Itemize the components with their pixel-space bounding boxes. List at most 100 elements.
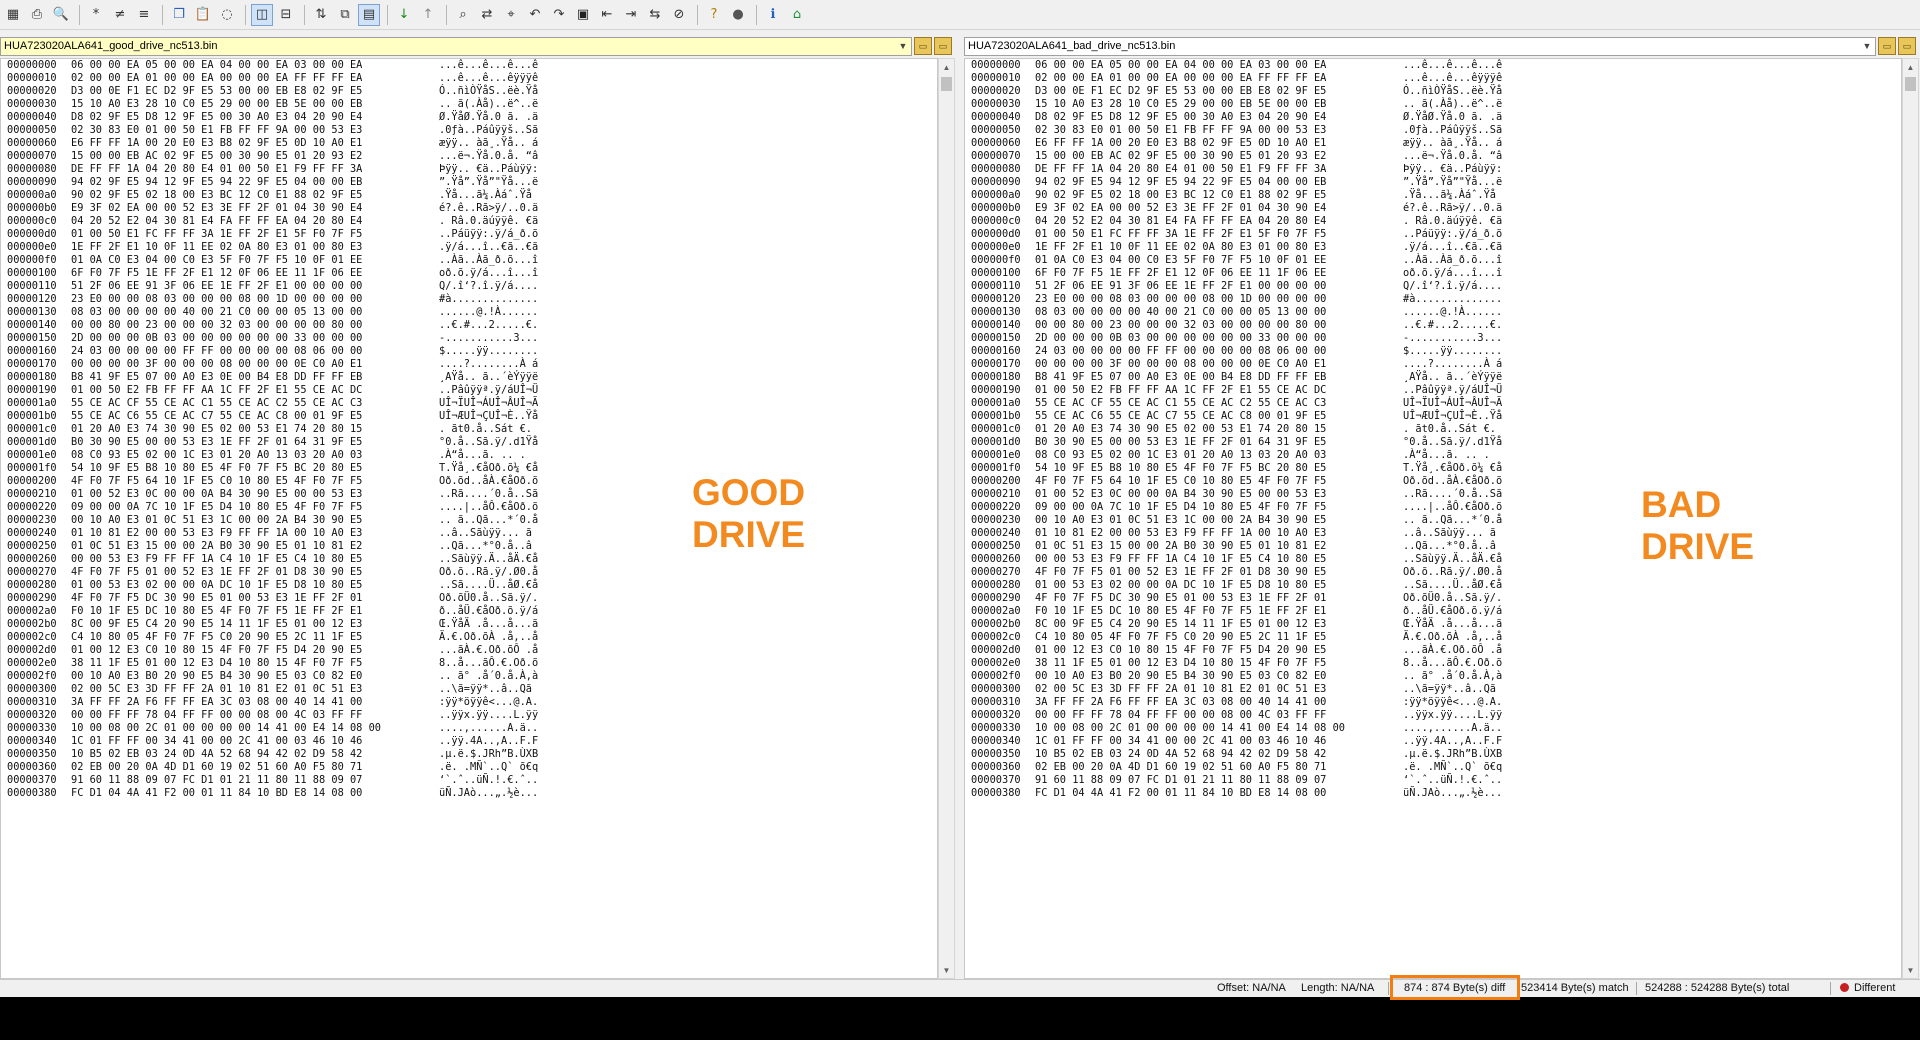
hex-row[interactable]: 00000200 4F F0 7F F5 64 10 1F E5 C0 10 80… <box>971 475 1533 488</box>
row-ascii[interactable]: ..ÿÿx.ÿÿ....L.ÿÿ <box>439 709 569 722</box>
row-hex-bytes[interactable]: 01 00 52 E3 0C 00 00 0A B4 30 90 E5 00 0… <box>71 488 439 501</box>
hex-row[interactable]: 00000320 00 00 FF FF 78 04 FF FF 00 00 08… <box>971 709 1533 722</box>
row-hex-bytes[interactable]: 90 02 9F E5 02 18 00 E3 BC 12 C0 E1 88 0… <box>71 189 439 202</box>
row-hex-bytes[interactable]: 94 02 9F E5 94 12 9F E5 94 22 9F E5 04 0… <box>71 176 439 189</box>
hex-row[interactable]: 000002b0 8C 00 9F E5 C4 20 90 E5 14 11 1F… <box>971 618 1533 631</box>
hex-row[interactable]: 00000220 09 00 00 0A 7C 10 1F E5 D4 10 80… <box>7 501 569 514</box>
row-ascii[interactable]: ¸AŸå.. ã..´èÝÿÿë <box>1403 371 1533 384</box>
row-ascii[interactable]: ....?........À á <box>439 358 569 371</box>
row-ascii[interactable]: ..Àã..Àã_ð.õ...î <box>1403 254 1533 267</box>
hex-row[interactable]: 00000270 4F F0 7F F5 01 00 52 E3 1E FF 2F… <box>7 566 569 579</box>
row-hex-bytes[interactable]: 00 10 A0 E3 B0 20 90 E5 B4 30 90 E5 03 C… <box>1035 670 1403 683</box>
row-ascii[interactable]: ..â..Sãùÿÿ... ã <box>439 527 569 540</box>
row-ascii[interactable]: ...ë¬.Ÿå.0.å. “â <box>1403 150 1533 163</box>
hex-row[interactable]: 000001d0 B0 30 90 E5 00 00 53 E3 1E FF 2F… <box>971 436 1533 449</box>
hex-row[interactable]: 00000280 01 00 53 E3 02 00 00 0A DC 10 1F… <box>7 579 569 592</box>
hex-row[interactable]: 000001e0 08 C0 93 E5 02 00 1C E3 01 20 A0… <box>7 449 569 462</box>
row-ascii[interactable]: Ø.ŸåØ.Ÿå.0 ã. .ä <box>1403 111 1533 124</box>
row-ascii[interactable]: ‘`.ˆ..üÑ.!.€.ˆ.. <box>439 774 569 787</box>
row-hex-bytes[interactable]: 01 10 81 E2 00 00 53 E3 F9 FF FF 1A 00 1… <box>71 527 439 540</box>
hex-row[interactable]: 000000c0 04 20 52 E2 04 30 81 E4 FA FF FF… <box>7 215 569 228</box>
row-ascii[interactable]: .. ã(.Àå)..ë^..ë <box>439 98 569 111</box>
row-hex-bytes[interactable]: 00 10 A0 E3 01 0C 51 E3 1C 00 00 2A B4 3… <box>1035 514 1403 527</box>
hex-row[interactable]: 00000170 00 00 00 00 3F 00 00 00 08 00 00… <box>7 358 569 371</box>
hex-row[interactable]: 00000190 01 00 50 E2 FB FF FF AA 1C FF 2F… <box>7 384 569 397</box>
prev-diff-icon[interactable]: ↑ <box>417 4 439 26</box>
row-hex-bytes[interactable]: 00 00 80 00 23 00 00 00 32 03 00 00 00 0… <box>1035 319 1403 332</box>
row-hex-bytes[interactable]: 6F F0 7F F5 1E FF 2F E1 12 0F 06 EE 11 1… <box>1035 267 1403 280</box>
row-hex-bytes[interactable]: 10 00 08 00 2C 01 00 00 00 00 14 41 00 E… <box>1035 722 1403 735</box>
row-ascii[interactable]: -...........3... <box>1403 332 1533 345</box>
row-ascii[interactable]: ..Páüÿÿ:.ÿ/á_ð.õ <box>1403 228 1533 241</box>
find-icon[interactable]: ⌕ <box>452 4 474 26</box>
hex-row[interactable]: 00000360 02 EB 00 20 0A 4D D1 60 19 02 51… <box>7 761 569 774</box>
over-under-icon[interactable]: ⊟ <box>275 4 297 26</box>
row-hex-bytes[interactable]: 55 CE AC CF 55 CE AC C1 55 CE AC C2 55 C… <box>71 397 439 410</box>
right-vertical-scrollbar[interactable]: ▲ ▼ <box>1902 58 1919 979</box>
hex-row[interactable]: 000002a0 F0 10 1F E5 DC 10 80 E5 4F F0 7F… <box>971 605 1533 618</box>
row-ascii[interactable]: Œ.ŸåÄ .å...å...ã <box>1403 618 1533 631</box>
row-hex-bytes[interactable]: DE FF FF 1A 04 20 80 E4 01 00 50 E1 F9 F… <box>71 163 439 176</box>
row-ascii[interactable]: Þÿÿ.. €ä..Páùÿÿ: <box>1403 163 1533 176</box>
hex-row[interactable]: 000000e0 1E FF 2F E1 10 0F 11 EE 02 0A 80… <box>971 241 1533 254</box>
row-ascii[interactable]: .µ.ë.$.JRh”B.ÙXB <box>1403 748 1533 761</box>
row-ascii[interactable]: .ë. .MÑ`..Q` õ€q <box>439 761 569 774</box>
row-ascii[interactable]: .ë. .MÑ`..Q` õ€q <box>1403 761 1533 774</box>
copy-left-icon[interactable]: ⇤ <box>596 4 618 26</box>
row-hex-bytes[interactable]: 2D 00 00 00 0B 03 00 00 00 00 00 00 33 0… <box>1035 332 1403 345</box>
hex-row[interactable]: 00000130 08 03 00 00 00 00 40 00 21 C0 00… <box>971 306 1533 319</box>
row-hex-bytes[interactable]: 55 CE AC C6 55 CE AC C7 55 CE AC C8 00 0… <box>1035 410 1403 423</box>
hex-row[interactable]: 00000320 00 00 FF FF 78 04 FF FF 00 00 08… <box>7 709 569 722</box>
row-hex-bytes[interactable]: 02 00 5C E3 3D FF FF 2A 01 10 81 E2 01 0… <box>71 683 439 696</box>
hex-row[interactable]: 00000060 E6 FF FF 1A 00 20 E0 E3 B8 02 9F… <box>7 137 569 150</box>
hex-row[interactable]: 00000050 02 30 83 E0 01 00 50 E1 FB FF FF… <box>971 124 1533 137</box>
hex-row[interactable]: 00000180 B8 41 9F E5 07 00 A0 E3 0E 00 B4… <box>7 371 569 384</box>
row-ascii[interactable]: .. ã° .å´0.å.À‚à <box>439 670 569 683</box>
row-hex-bytes[interactable]: FC D1 04 4A 41 F2 00 01 11 84 10 BD E8 1… <box>1035 787 1403 800</box>
row-hex-bytes[interactable]: 02 EB 00 20 0A 4D D1 60 19 02 51 60 A0 F… <box>71 761 439 774</box>
row-ascii[interactable]: ....|..åÔ.€åOð.õ <box>1403 501 1533 514</box>
hex-row[interactable]: 00000340 1C 01 FF FF 00 34 41 00 00 2C 41… <box>7 735 569 748</box>
row-ascii[interactable]: ð..åÜ.€åOð.õ.ÿ/á <box>1403 605 1533 618</box>
hex-row[interactable]: 000002f0 00 10 A0 E3 B0 20 90 E5 B4 30 90… <box>7 670 569 683</box>
row-ascii[interactable]: °0.å..Sã.ÿ/.d1Ÿå <box>1403 436 1533 449</box>
row-ascii[interactable]: ð..åÜ.€åOð.õ.ÿ/á <box>439 605 569 618</box>
row-hex-bytes[interactable]: 01 00 53 E3 02 00 00 0A DC 10 1F E5 D8 1… <box>71 579 439 592</box>
row-hex-bytes[interactable]: 08 03 00 00 00 00 40 00 21 C0 00 00 05 1… <box>1035 306 1403 319</box>
hex-row[interactable]: 00000030 15 10 A0 E3 28 10 C0 E5 29 00 00… <box>7 98 569 111</box>
row-hex-bytes[interactable]: 94 02 9F E5 94 12 9F E5 94 22 9F E5 04 0… <box>1035 176 1403 189</box>
redo-icon[interactable]: ↷ <box>548 4 570 26</box>
row-hex-bytes[interactable]: 4F F0 7F F5 DC 30 90 E5 01 00 53 E3 1E F… <box>71 592 439 605</box>
hex-row[interactable]: 00000140 00 00 80 00 23 00 00 00 32 03 00… <box>7 319 569 332</box>
row-ascii[interactable]: ..Sãùÿÿ.Ä..åÄ.€å <box>1403 553 1533 566</box>
row-ascii[interactable]: .À“å...ã. .. . <box>439 449 569 462</box>
print-icon[interactable]: ⎙ <box>26 4 48 26</box>
hex-row[interactable]: 00000260 00 00 53 E3 F9 FF FF 1A C4 10 1F… <box>971 553 1533 566</box>
row-ascii[interactable]: ”.Ÿå”.Ÿå”"Ÿå...ë <box>439 176 569 189</box>
row-ascii[interactable]: UÎ¬ÏUÎ¬ÁUÎ¬ÂUÎ¬Ã <box>439 397 569 410</box>
replace-icon[interactable]: ⇄ <box>476 4 498 26</box>
left-vertical-scrollbar[interactable]: ▲ ▼ <box>938 58 955 979</box>
row-hex-bytes[interactable]: 06 00 00 EA 05 00 00 EA 04 00 00 EA 03 0… <box>71 59 439 72</box>
row-ascii[interactable]: .À“å...ã. .. . <box>1403 449 1533 462</box>
hex-row[interactable]: 00000290 4F F0 7F F5 DC 30 90 E5 01 00 53… <box>971 592 1533 605</box>
hex-row[interactable]: 000001c0 01 20 A0 E3 74 30 90 E5 02 00 53… <box>7 423 569 436</box>
hex-row[interactable]: 00000140 00 00 80 00 23 00 00 00 32 03 00… <box>971 319 1533 332</box>
left-file-path-combo[interactable]: HUA723020ALA641_good_drive_nc513.bin ▼ <box>0 36 912 56</box>
hex-row[interactable]: 00000330 10 00 08 00 2C 01 00 00 00 00 14… <box>971 722 1533 735</box>
stop-icon[interactable]: ● <box>727 4 749 26</box>
row-ascii[interactable]: .ÿ/á...î..€ã..€ã <box>439 241 569 254</box>
scroll-thumb[interactable] <box>1905 77 1916 91</box>
hex-row[interactable]: 00000160 24 03 00 00 00 00 FF FF 00 00 00… <box>971 345 1533 358</box>
row-hex-bytes[interactable]: 01 00 50 E2 FB FF FF AA 1C FF 2F E1 55 C… <box>1035 384 1403 397</box>
row-ascii[interactable]: ..Qã...*°0.å..â <box>1403 540 1533 553</box>
hex-row[interactable]: 00000010 02 00 00 EA 01 00 00 EA 00 00 00… <box>7 72 569 85</box>
row-ascii[interactable]: ...ê...ê...êÿÿÿê <box>1403 72 1533 85</box>
row-hex-bytes[interactable]: D3 00 0E F1 EC D2 9F E5 53 00 00 EB E8 0… <box>1035 85 1403 98</box>
hex-row[interactable]: 00000170 00 00 00 00 3F 00 00 00 08 00 00… <box>971 358 1533 371</box>
row-ascii[interactable]: .0ƒà..Páûÿÿš..Sã <box>439 124 569 137</box>
row-hex-bytes[interactable]: 09 00 00 0A 7C 10 1F E5 D4 10 80 E5 4F F… <box>71 501 439 514</box>
row-ascii[interactable]: . ãt0.å..Sát €. <box>1403 423 1533 436</box>
row-ascii[interactable]: ”.Ÿå”.Ÿå”"Ÿå...ë <box>1403 176 1533 189</box>
hex-row[interactable]: 000002e0 38 11 1F E5 01 00 12 E3 D4 10 80… <box>7 657 569 670</box>
